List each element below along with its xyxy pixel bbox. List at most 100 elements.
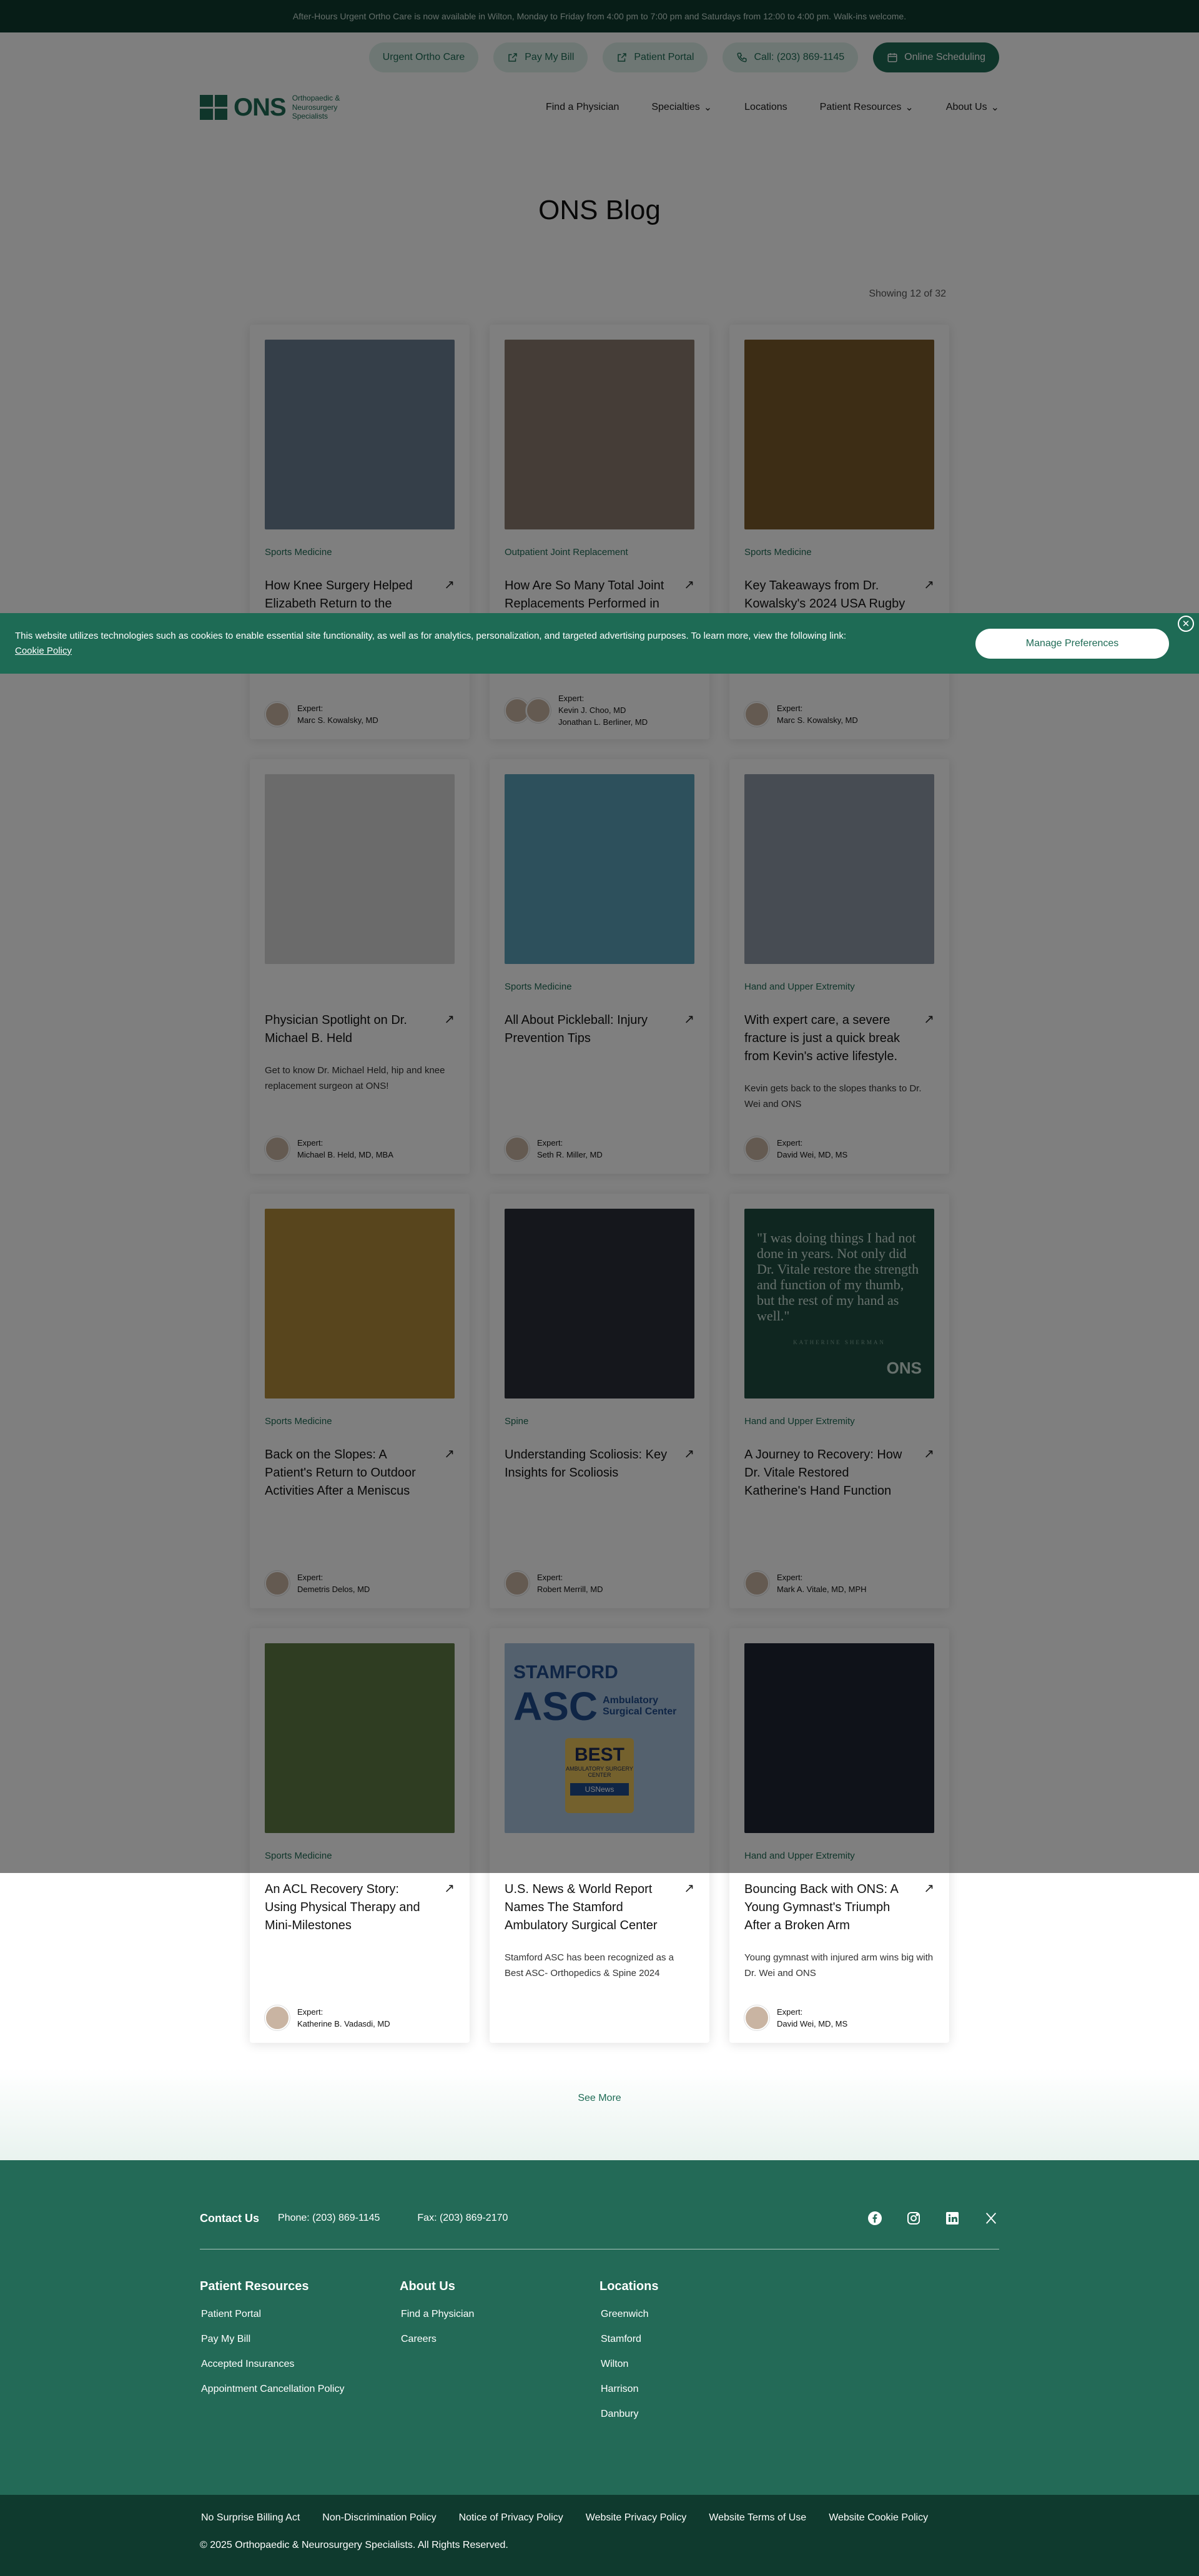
legal-link[interactable]: Website Terms of Use [709, 2512, 806, 2524]
card-image[interactable] [744, 340, 934, 529]
arrow-up-right-icon[interactable]: ↗ [444, 1011, 455, 1048]
card-image[interactable]: "I was doing things I had not done in ye… [744, 1209, 934, 1399]
facebook-icon[interactable] [867, 2210, 883, 2226]
card-title[interactable]: Bouncing Back with ONS: A Young Gymnast'… [744, 1880, 914, 1935]
card-image[interactable] [744, 1643, 934, 1833]
footer-link[interactable]: Wilton [600, 2359, 799, 2370]
card-image[interactable] [505, 774, 694, 964]
urgent-ortho-button[interactable]: Urgent Ortho Care [368, 42, 479, 72]
card-title[interactable]: Back on the Slopes: A Patient's Return t… [265, 1446, 434, 1500]
card-image[interactable] [265, 774, 455, 964]
legal-link[interactable]: Notice of Privacy Policy [459, 2512, 563, 2524]
card-category[interactable]: Hand and Upper Extremity [744, 981, 934, 994]
expert-name[interactable]: Marc S. Kowalsky, MD [297, 715, 378, 725]
card-image[interactable] [505, 1209, 694, 1399]
blog-card[interactable]: "I was doing things I had not done in ye… [729, 1194, 949, 1608]
footer-link[interactable]: Patient Portal [200, 2309, 400, 2320]
card-category[interactable] [265, 981, 455, 994]
card-category[interactable]: Outpatient Joint Replacement [505, 547, 694, 559]
card-image[interactable]: STAMFORD ASC Ambulatory Surgical Center BES… [505, 1643, 694, 1833]
footer-link[interactable]: Careers [400, 2334, 600, 2345]
nav-about-us[interactable]: About Us ⌄ [946, 101, 999, 114]
footer-link[interactable]: Appointment Cancellation Policy [200, 2384, 400, 2395]
expert-name[interactable]: Katherine B. Vadasdi, MD [297, 2019, 390, 2028]
pay-bill-button[interactable]: Pay My Bill [493, 42, 588, 72]
card-title[interactable]: Understanding Scoliosis: Key Insights fo… [505, 1446, 674, 1482]
card-image[interactable] [265, 1209, 455, 1399]
expert-name[interactable]: Demetris Delos, MD [297, 1585, 370, 1594]
footer-link[interactable]: Find a Physician [400, 2309, 600, 2320]
call-button[interactable]: Call: (203) 869-1145 [723, 42, 859, 72]
legal-link[interactable]: No Surprise Billing Act [201, 2512, 300, 2524]
nav-locations[interactable]: Locations [744, 101, 787, 114]
card-category[interactable] [505, 1851, 694, 1863]
card-category[interactable]: Sports Medicine [744, 547, 934, 559]
nav-find-physician[interactable]: Find a Physician [546, 101, 619, 114]
legal-link[interactable]: Website Cookie Policy [829, 2512, 928, 2524]
arrow-up-right-icon[interactable]: ↗ [444, 1446, 455, 1500]
expert-name[interactable]: Robert Merrill, MD [537, 1585, 603, 1594]
cookie-policy-link[interactable]: Cookie Policy [15, 646, 72, 656]
blog-card[interactable]: STAMFORD ASC Ambulatory Surgical Center BES… [490, 1628, 709, 2043]
expert-name[interactable]: Michael B. Held, MD, MBA [297, 1150, 393, 1159]
expert-name[interactable]: David Wei, MD, MS [777, 2019, 847, 2028]
arrow-up-right-icon[interactable]: ↗ [924, 1880, 934, 1935]
nav-patient-resources[interactable]: Patient Resources ⌄ [820, 101, 914, 114]
card-title[interactable]: A Journey to Recovery: How Dr. Vitale Re… [744, 1446, 914, 1500]
card-title[interactable]: All About Pickleball: Injury Prevention … [505, 1011, 674, 1048]
expert-name[interactable]: Seth R. Miller, MD [537, 1150, 603, 1159]
blog-card[interactable]: Hand and Upper Extremity With expert care… [729, 759, 949, 1174]
footer-link[interactable]: Pay My Bill [200, 2334, 400, 2345]
footer-link[interactable]: Stamford [600, 2334, 799, 2345]
legal-link[interactable]: Non-Discrimination Policy [322, 2512, 436, 2524]
card-title[interactable]: U.S. News & World Report Names The Stamf… [505, 1880, 674, 1935]
expert-name[interactable]: Marc S. Kowalsky, MD [777, 715, 858, 725]
card-title[interactable]: Physician Spotlight on Dr. Michael B. He… [265, 1011, 434, 1048]
patient-portal-button[interactable]: Patient Portal [603, 42, 708, 72]
nav-specialties[interactable]: Specialties ⌄ [651, 101, 712, 114]
expert-name[interactable]: David Wei, MD, MS [777, 1150, 847, 1159]
footer-link[interactable]: Greenwich [600, 2309, 799, 2320]
blog-card[interactable]: Physician Spotlight on Dr. Michael B. He… [250, 759, 470, 1174]
footer-link[interactable]: Accepted Insurances [200, 2359, 400, 2370]
card-category[interactable]: Sports Medicine [265, 1416, 455, 1428]
card-category[interactable]: Spine [505, 1416, 694, 1428]
arrow-up-right-icon[interactable]: ↗ [924, 1011, 934, 1066]
see-more-link[interactable]: See More [0, 2068, 1199, 2160]
blog-card[interactable]: Sports Medicine An ACL Recovery Story: Us… [250, 1628, 470, 2043]
arrow-up-right-icon[interactable]: ↗ [444, 1880, 455, 1935]
x-twitter-icon[interactable] [983, 2210, 999, 2226]
card-title[interactable]: With expert care, a severe fracture is j… [744, 1011, 914, 1066]
expert-name[interactable]: Mark A. Vitale, MD, MPH [777, 1585, 867, 1594]
blog-card[interactable]: Sports Medicine Key Takeaways from Dr. Ko… [729, 325, 949, 739]
card-category[interactable]: Sports Medicine [505, 981, 694, 994]
blog-card[interactable]: Sports Medicine How Knee Surgery Helped E… [250, 325, 470, 739]
legal-link[interactable]: Website Privacy Policy [586, 2512, 687, 2524]
card-image[interactable] [744, 774, 934, 964]
blog-card[interactable]: Outpatient Joint Replacement How Are So M… [490, 325, 709, 739]
blog-card[interactable]: Sports Medicine All About Pickleball: Inj… [490, 759, 709, 1174]
ons-logo[interactable]: ONS Orthopaedic & Neurosurgery Specialis… [200, 94, 361, 122]
footer-link[interactable]: Harrison [600, 2384, 799, 2395]
footer-phone[interactable]: Phone: (203) 869-1145 [278, 2213, 380, 2224]
footer-link[interactable]: Danbury [600, 2409, 799, 2420]
linkedin-icon[interactable] [944, 2210, 960, 2226]
expert-name[interactable]: Kevin J. Choo, MD [558, 705, 648, 715]
card-category[interactable]: Hand and Upper Extremity [744, 1416, 934, 1428]
arrow-up-right-icon[interactable]: ↗ [924, 1446, 934, 1500]
expert-name[interactable]: Jonathan L. Berliner, MD [558, 717, 648, 727]
manage-preferences-button[interactable]: Manage Preferences [975, 628, 1169, 659]
instagram-icon[interactable] [905, 2210, 922, 2226]
card-image[interactable] [265, 1643, 455, 1833]
blog-card[interactable]: Spine Understanding Scoliosis: Key Insigh… [490, 1194, 709, 1608]
blog-card[interactable]: Sports Medicine Back on the Slopes: A Pat… [250, 1194, 470, 1608]
card-image[interactable] [265, 340, 455, 529]
online-scheduling-button[interactable]: Online Scheduling [873, 42, 999, 72]
blog-card[interactable]: Hand and Upper Extremity Bouncing Back wi… [729, 1628, 949, 2043]
card-title[interactable]: An ACL Recovery Story: Using Physical Th… [265, 1880, 434, 1935]
card-image[interactable] [505, 340, 694, 529]
arrow-up-right-icon[interactable]: ↗ [684, 1880, 694, 1935]
arrow-up-right-icon[interactable]: ↗ [684, 1446, 694, 1482]
card-category[interactable]: Sports Medicine [265, 1851, 455, 1863]
close-icon[interactable]: ✕ [1178, 616, 1194, 632]
